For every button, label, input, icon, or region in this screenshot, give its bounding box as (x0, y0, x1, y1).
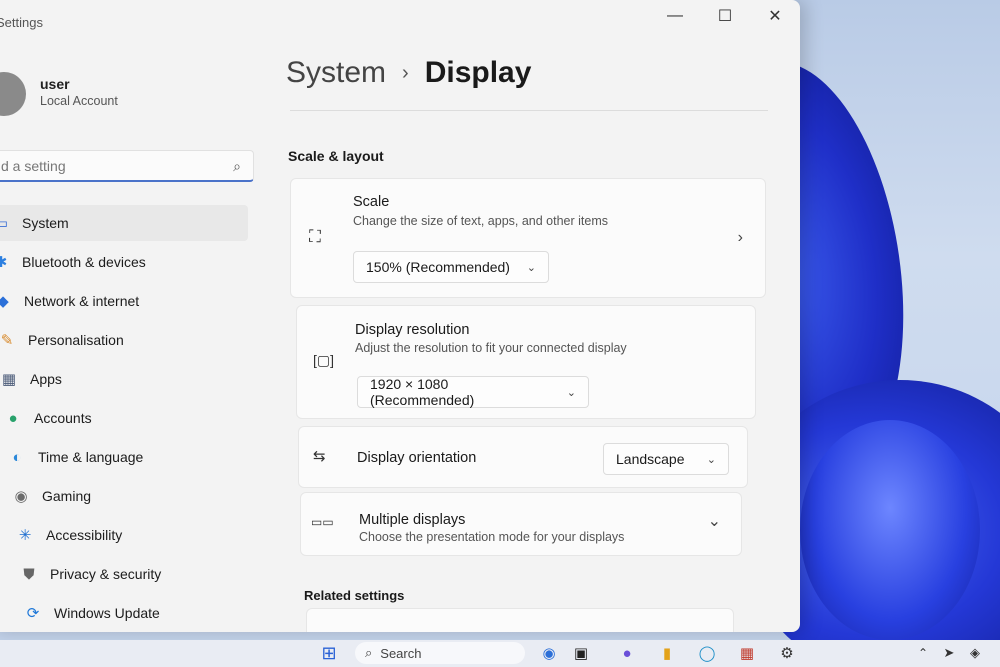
breadcrumb: System › Display (286, 56, 531, 90)
location-icon: ➤ (943, 645, 955, 660)
sidebar-item-windows-update[interactable]: ⟳ Windows Update (0, 595, 260, 631)
sidebar-item-label: Apps (30, 371, 62, 387)
taskbar: ⊞ ⌕ Search ◉ ▣ ● ▮ ◯ ▦ ⚙ ⌃ ➤ ◈ (0, 640, 1000, 667)
avatar (0, 72, 26, 116)
resolution-value: 1920 × 1080 (Recommended) (370, 376, 475, 408)
sidebar-item-label: Gaming (42, 488, 92, 504)
user-profile[interactable]: user Local Account (0, 66, 250, 126)
chevron-down-icon: ⌄ (566, 386, 576, 399)
sidebar-item-apps[interactable]: ▦ Apps (0, 361, 260, 397)
section-title-scale-layout: Scale & layout (288, 148, 384, 164)
search-box[interactable]: ⌕ (0, 150, 254, 182)
multiple-displays-description: Choose the presentation mode for your di… (359, 530, 625, 544)
wifi-icon: ◆ (0, 293, 9, 310)
globe-clock-icon: ◐ (12, 448, 22, 466)
orientation-dropdown[interactable]: Landscape ⌄ (603, 443, 729, 475)
sidebar-item-label: Windows Update (54, 605, 160, 621)
section-title-related-settings: Related settings (304, 588, 405, 603)
breadcrumb-parent[interactable]: System (286, 56, 386, 90)
sidebar-item-label: Accounts (34, 410, 92, 426)
system-icon: ▭ (0, 215, 9, 232)
display-orientation-icon: ⇆ (313, 448, 326, 465)
sidebar-item-gaming[interactable]: ◉ Gaming (0, 478, 260, 514)
scale-dropdown[interactable]: 150% (Recommended) ⌄ (353, 251, 549, 283)
scale-title: Scale (353, 194, 390, 210)
account-type: Local Account (40, 94, 118, 108)
start-icon[interactable]: ⊞ (318, 643, 340, 663)
sidebar-item-label: Privacy & security (50, 566, 162, 582)
sidebar-item-network-internet[interactable]: ◆ Network & internet (0, 283, 260, 319)
chevron-right-icon[interactable]: › (738, 229, 743, 247)
sidebar-item-accounts[interactable]: ● Accounts (0, 400, 260, 436)
bluetooth-icon: ✱ (0, 254, 8, 271)
sidebar-item-label: Bluetooth & devices (22, 254, 146, 270)
scale-card[interactable]: ⛶ Scale Change the size of text, apps, a… (290, 178, 766, 298)
search-input[interactable] (0, 151, 223, 181)
edge-icon[interactable]: ◯ (696, 643, 718, 663)
apps-icon: ▦ (1, 371, 17, 388)
settings-window: Settings — ☐ ✕ user Local Account ⌕ ▭ Sys… (0, 0, 800, 632)
resolution-dropdown[interactable]: 1920 × 1080 (Recommended) ⌄ (357, 376, 589, 408)
orientation-card: ⇆ Display orientation Landscape ⌄ (298, 426, 748, 488)
update-icon: ⟳ (26, 605, 40, 622)
scale-icon: ⛶ (309, 227, 321, 246)
sidebar-nav: ▭ System ✱ Bluetooth & devices ◆ Network & in… (0, 205, 260, 632)
resolution-description: Adjust the resolution to fit your connec… (355, 341, 627, 355)
chevron-down-icon[interactable]: ⌄ (708, 511, 721, 531)
accessibility-icon: ✳ (18, 527, 32, 544)
app-title: Settings (0, 15, 43, 30)
sidebar-item-label: Network & internet (24, 293, 140, 309)
brush-icon: ✎ (0, 332, 14, 349)
minimize-button[interactable]: — (650, 0, 700, 32)
orientation-title: Display orientation (357, 450, 477, 466)
close-button[interactable]: ✕ (750, 0, 800, 32)
wifi-icon[interactable]: ◈ (964, 643, 986, 663)
sidebar-item-label: Personalisation (28, 332, 124, 348)
bing-icon[interactable]: ◉ (538, 643, 560, 663)
chevron-up-icon[interactable]: ⌃ (912, 643, 934, 663)
scale-description: Change the size of text, apps, and other… (353, 214, 609, 228)
sidebar-item-privacy-security[interactable]: ⛊ Privacy & security (0, 556, 260, 592)
sidebar-item-personalisation[interactable]: ✎ Personalisation (0, 322, 260, 358)
resolution-card: [▢] Display resolution Adjust the resolu… (296, 305, 756, 419)
person-icon: ● (8, 409, 18, 427)
wallpaper-bloom (800, 420, 980, 640)
taskbar-search[interactable]: ⌕ Search (355, 642, 525, 664)
controller-icon: ◉ (14, 488, 28, 505)
chat-icon[interactable]: ● (616, 643, 638, 663)
chevron-right-icon: › (402, 61, 409, 84)
sidebar-item-label: Time & language (38, 449, 144, 465)
sidebar-item-label: System (22, 215, 69, 231)
display-resolution-icon: [▢] (313, 352, 335, 368)
taskbar-search-label: Search (380, 645, 422, 661)
resolution-title: Display resolution (355, 322, 470, 338)
settings-gear-icon[interactable]: ⚙ (776, 643, 798, 663)
user-name: user (40, 76, 70, 92)
multiple-displays-card[interactable]: ▭▭ Multiple displays Choose the presenta… (300, 492, 742, 556)
window-controls: — ☐ ✕ (650, 0, 800, 32)
chevron-down-icon: ⌄ (706, 453, 716, 466)
shield-icon: ⛊ (23, 565, 35, 583)
related-settings-card[interactable] (306, 608, 734, 632)
divider (290, 110, 768, 111)
task-view-icon[interactable]: ▣ (570, 643, 592, 663)
file-explorer-icon[interactable]: ▮ (656, 643, 678, 663)
multiple-displays-title: Multiple displays (359, 512, 466, 528)
search-icon: ⌕ (233, 158, 241, 174)
orientation-value: Landscape (616, 451, 685, 467)
multiple-displays-icon: ▭▭ (311, 515, 334, 529)
sidebar-item-label: Accessibility (46, 527, 123, 543)
chevron-down-icon: ⌄ (526, 261, 536, 274)
sidebar-item-accessibility[interactable]: ✳ Accessibility (0, 517, 260, 553)
maximize-button[interactable]: ☐ (700, 0, 750, 32)
sidebar-item-bluetooth-devices[interactable]: ✱ Bluetooth & devices (0, 244, 260, 280)
sidebar-item-system[interactable]: ▭ System (0, 205, 248, 241)
sidebar-item-time-language[interactable]: ◐ Time & language (0, 439, 260, 475)
store-icon[interactable]: ▦ (736, 643, 758, 663)
page-title: Display (424, 56, 532, 89)
scale-value: 150% (Recommended) (366, 259, 510, 275)
search-icon: ⌕ (365, 645, 373, 660)
